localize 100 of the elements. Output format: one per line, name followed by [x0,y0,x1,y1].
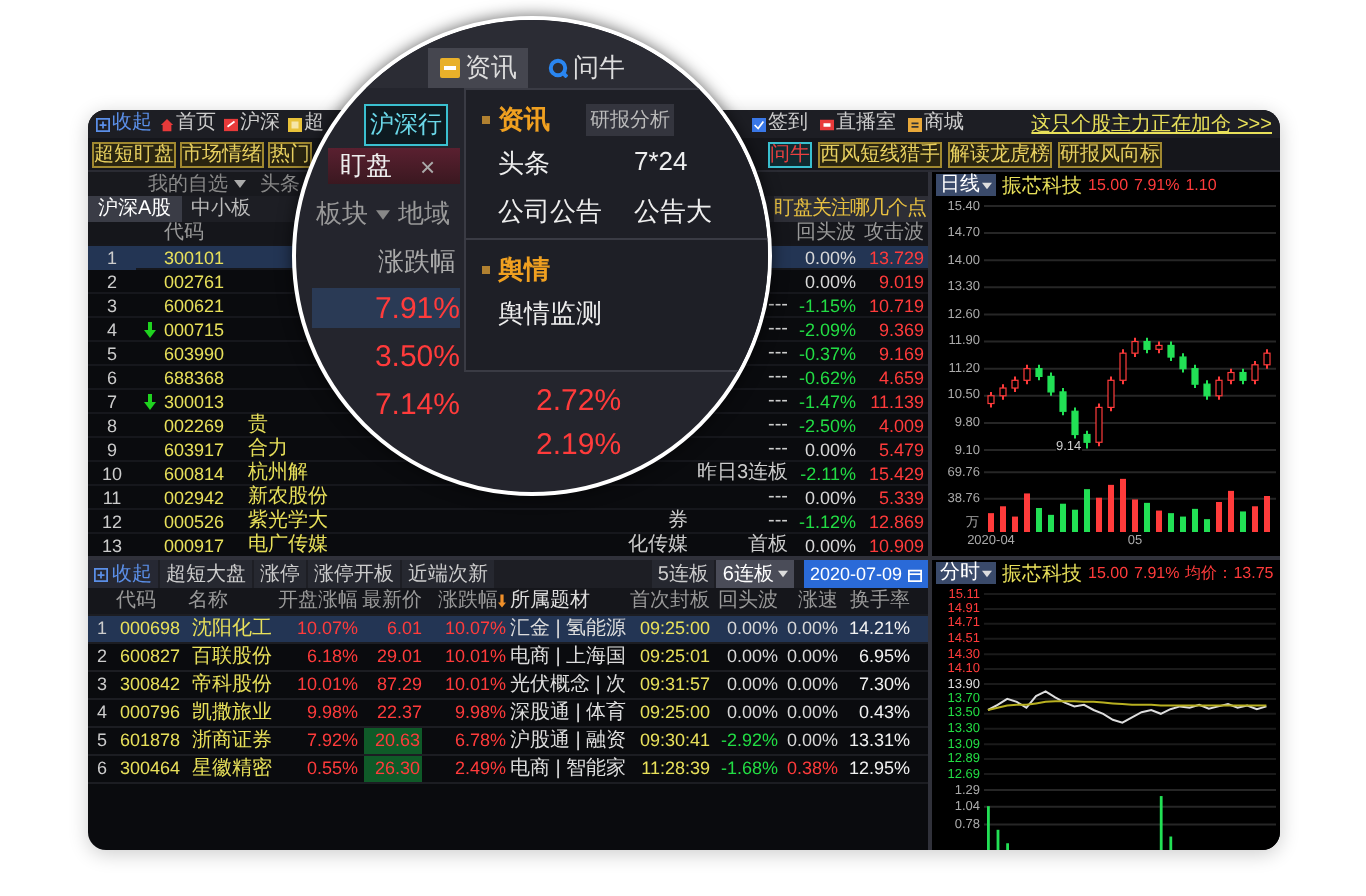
column-header[interactable]: 开盘涨幅 [278,588,358,614]
list-tab[interactable]: 近端次新 [402,560,494,588]
date-picker[interactable]: 2020-07-09 [803,560,928,588]
table-cell-text: 000715 [164,318,227,342]
row-number[interactable]: 1 [88,246,136,270]
toolbar-item[interactable]: 直播室 [820,112,896,136]
table-cell-text: 5.339 [878,486,926,510]
side-tab[interactable]: 研报分析 [586,104,674,136]
calendar-icon [908,567,922,581]
table-row[interactable]: 3.50% [312,336,460,376]
table-cell-text: 12.869 [868,510,926,534]
quick-button[interactable]: 解读龙虎榜 [948,141,1052,167]
column-header[interactable]: 涨跌幅 [438,588,506,614]
table-cell: 6.01 [386,616,422,642]
row-number[interactable]: 2 [88,270,136,294]
toolbar-item[interactable]: 首页 [160,112,216,136]
nav-tab[interactable]: 资讯 [428,48,528,88]
list-tab[interactable]: 6连板 [716,560,794,588]
list-tab[interactable]: 5连板 [651,560,715,588]
quick-button[interactable]: 市场情绪 [180,141,264,167]
list-tab[interactable]: 涨停 [254,560,306,588]
list-tab[interactable]: 涨停开板 [308,560,400,588]
table-cell-text: -1.12% [798,510,858,534]
highlighted-cell: 26.30 [364,756,422,782]
table-row[interactable]: 2 600827 百联股份 6.18% 29.01 10.01% 电商 | 上海国 09:25:01 0.00% 0.00% 6.95% [88,644,928,672]
column-header[interactable]: 涨跌幅 [378,244,456,280]
row-number[interactable]: 4 [88,318,136,342]
column-header[interactable]: 最新价 [362,588,422,614]
column-header[interactable]: 换手率 [850,588,910,614]
market-tab[interactable]: 沪深A股 [88,196,182,222]
period-dropdown[interactable]: 日线 [936,174,996,196]
quick-button[interactable]: 热门 [268,141,312,167]
table-row[interactable]: 5 601878 浙商证券 7.92% 20.63 6.78% 沪股通 | 融资 09:30:41 -2.92% 0.00% 13.31% [88,728,928,756]
row-number: 6 [96,756,107,782]
toolbar-item[interactable]: 商城 [908,112,964,136]
row-number[interactable]: 7 [88,390,136,414]
table-cell: --- [768,342,788,364]
table-row[interactable]: 3 300842 帝科股份 10.01% 87.29 10.01% 光伏概念 | 次 09:31:57 0.00% 0.00% 7.30% [88,672,928,700]
column-header[interactable]: 代码 [116,588,156,614]
promo-link[interactable]: 这只个股主力正在加仓 >>> [1031,110,1272,138]
collapse-button[interactable]: 收起 [88,560,158,588]
nav-tab[interactable]: 问牛 [536,48,636,88]
candlestick [1251,359,1259,386]
row-number[interactable]: 9 [88,438,136,462]
period-dropdown[interactable]: 分时 [936,562,996,584]
row-number[interactable]: 5 [88,342,136,366]
quick-button[interactable]: 西风短线猎手 [818,141,942,167]
market-button[interactable]: 沪深行 [364,104,448,146]
table-row[interactable]: 1 000698 沈阳化工 10.07% 6.01 10.07% 汇金 | 氢能源 09:25:00 0.00% 0.00% 14.21% [88,616,928,644]
row-number[interactable]: 11 [88,486,136,510]
column-header[interactable]: 首次封板 [630,588,710,614]
watchlist-menu[interactable]: 我的自选 [148,170,228,198]
candlestick [1227,367,1235,386]
filter-label[interactable]: 地域 [398,196,450,232]
table-row[interactable]: 6 300464 星徽精密 0.55% 26.30 2.49% 电商 | 智能家 11:28:39 -1.68% 0.38% 12.95% [88,756,928,784]
close-button[interactable]: × [420,151,436,181]
menu-item[interactable]: 公司公告 [498,194,634,230]
column-header[interactable]: 所属题材 [510,588,590,614]
column-header[interactable]: 回头波 [796,222,860,246]
toolbar-item[interactable]: 超 [288,112,324,136]
table-row[interactable]: 7.14% [312,384,460,424]
column-header[interactable]: 回头波 [718,588,778,614]
quick-button[interactable]: 研报风向标 [1058,141,1162,167]
list-tab[interactable]: 超短大盘 [160,560,252,588]
volume-bar [1072,509,1078,532]
menu-item[interactable]: 头条 [498,146,634,182]
toolbar-item[interactable]: 沪深 [224,112,280,136]
column-header[interactable]: 攻击波 [864,222,928,246]
row-number[interactable]: 8 [88,414,136,438]
table-cell-text: -0.62% [798,366,858,390]
row-number[interactable]: 12 [88,510,136,534]
candlestick [1059,387,1067,417]
table-cell: 电广传媒 [248,534,328,556]
quick-button[interactable]: 超短盯盘 [92,141,176,167]
watch-tab[interactable]: 盯盘 × [328,148,460,184]
row-number[interactable]: 3 [88,294,136,318]
table-cell-text: 11.139 [870,390,926,414]
menu-item[interactable]: 7*24 [634,146,754,182]
table-cell-text: 9.169 [878,342,926,366]
toolbar-item[interactable]: 签到 [752,112,808,136]
column-header[interactable]: 代码 [164,222,248,246]
row-number[interactable]: 10 [88,462,136,486]
toolbar-item[interactable]: 收起 [96,112,152,136]
menu-item[interactable]: 舆情监测 [498,296,634,332]
table-cell: 22.37 [376,700,422,726]
row-number[interactable]: 13 [88,534,136,558]
market-tab[interactable]: 中小板 [181,196,262,222]
table-cell-text: 603917 [164,438,227,462]
candlestick [1191,363,1199,390]
column-header[interactable]: 涨速 [798,588,838,614]
tip-banner[interactable]: 盯盘关注哪几个点 [774,196,928,222]
filter-label[interactable]: 板块 [316,196,368,232]
menu-item[interactable]: 公告大 [634,194,754,230]
volume-bar [1144,502,1150,532]
quick-button[interactable]: 问牛 [768,141,812,167]
table-row[interactable]: 4 000796 凯撒旅业 9.98% 22.37 9.98% 深股通 | 体育 09:25:00 0.00% 0.00% 0.43% [88,700,928,728]
headline-label[interactable]: 头条 [260,170,300,198]
table-cell: 000698 [120,616,181,642]
column-header[interactable]: 名称 [188,588,228,614]
row-number[interactable]: 6 [88,366,136,390]
